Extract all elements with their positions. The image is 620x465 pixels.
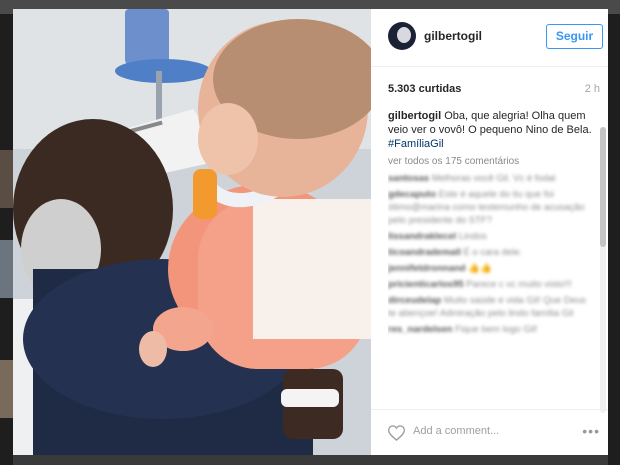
follow-button[interactable]: Seguir — [546, 24, 603, 49]
more-options-icon[interactable]: ••• — [582, 423, 600, 439]
comment-item: jennifetdronnand 👍👍 — [388, 262, 596, 275]
comment-item: res_nardelsen Fique bem logo Gil! — [388, 323, 596, 336]
add-comment-input[interactable] — [413, 425, 563, 437]
post-photo — [13, 9, 371, 455]
avatar[interactable] — [388, 22, 416, 50]
comment-username[interactable]: jennifetdronnand — [388, 263, 466, 274]
comment-text: Lindos — [458, 231, 487, 242]
post-header: gilbertogil Seguir — [371, 9, 608, 67]
avatar-face — [397, 27, 411, 43]
comment-text: 👍👍 — [468, 263, 492, 274]
comment-text: Parece c vc muito visto!!! — [466, 279, 572, 290]
post-footer: ••• — [371, 409, 608, 455]
likes-row: 5.303 curtidas 2 h — [388, 81, 600, 101]
post-side-panel: gilbertogil Seguir 5.303 curtidas 2 h gi… — [371, 9, 608, 455]
comment-text: É o cara dele. — [463, 247, 523, 258]
comment-text: Melhoras você Gil. Vc é fodal — [431, 173, 556, 184]
comment-username[interactable]: santosas — [388, 173, 429, 184]
comment-username[interactable]: lissandraklecel — [388, 231, 456, 242]
post-username[interactable]: gilbertogil — [424, 29, 482, 43]
post-modal: gilbertogil Seguir 5.303 curtidas 2 h gi… — [13, 9, 608, 455]
scrollbar-thumb[interactable] — [600, 127, 606, 247]
background-thumbnail — [0, 240, 13, 298]
background-right-column — [608, 14, 620, 465]
comment-username[interactable]: gdecaputo — [388, 189, 436, 200]
comment-item: santosas Melhoras você Gil. Vc é fodal — [388, 172, 596, 185]
comment-item: ticoandrademall É o cara dele. — [388, 246, 596, 259]
comment-item: dirceudelap Muito saúde e vida Gil! Que … — [388, 294, 596, 320]
comment-text: Fique bem logo Gil! — [455, 324, 538, 335]
comments-list: gilbertogil Oba, que alegria! Olha quem … — [388, 109, 596, 407]
comment-username[interactable]: pricienticarlos95 — [388, 279, 464, 290]
caption-hashtag[interactable]: #FamíliaGil — [388, 137, 596, 151]
background-thumbnail — [0, 360, 13, 418]
photo-illustration — [13, 9, 371, 455]
comment-item: lissandraklecel Lindos — [388, 230, 596, 243]
comments-scrollbar[interactable] — [600, 127, 606, 413]
comment-username[interactable]: dirceudelap — [388, 295, 441, 306]
comment-username[interactable]: res_nardelsen — [388, 324, 452, 335]
heart-icon[interactable] — [387, 425, 406, 442]
likes-count[interactable]: 5.303 curtidas — [388, 83, 461, 95]
caption: gilbertogil Oba, que alegria! Olha quem … — [388, 109, 596, 137]
caption-username[interactable]: gilbertogil — [388, 110, 441, 122]
comment-item: pricienticarlos95 Parece c vc muito vist… — [388, 278, 596, 291]
comment-username[interactable]: ticoandrademall — [388, 247, 461, 258]
view-all-comments-link[interactable]: ver todos os 175 comentários — [388, 155, 596, 169]
post-time: 2 h — [584, 83, 600, 95]
background-thumbnail — [0, 150, 13, 208]
comment-item: gdecaputo Este é aquele do tiu que foi ó… — [388, 188, 596, 227]
